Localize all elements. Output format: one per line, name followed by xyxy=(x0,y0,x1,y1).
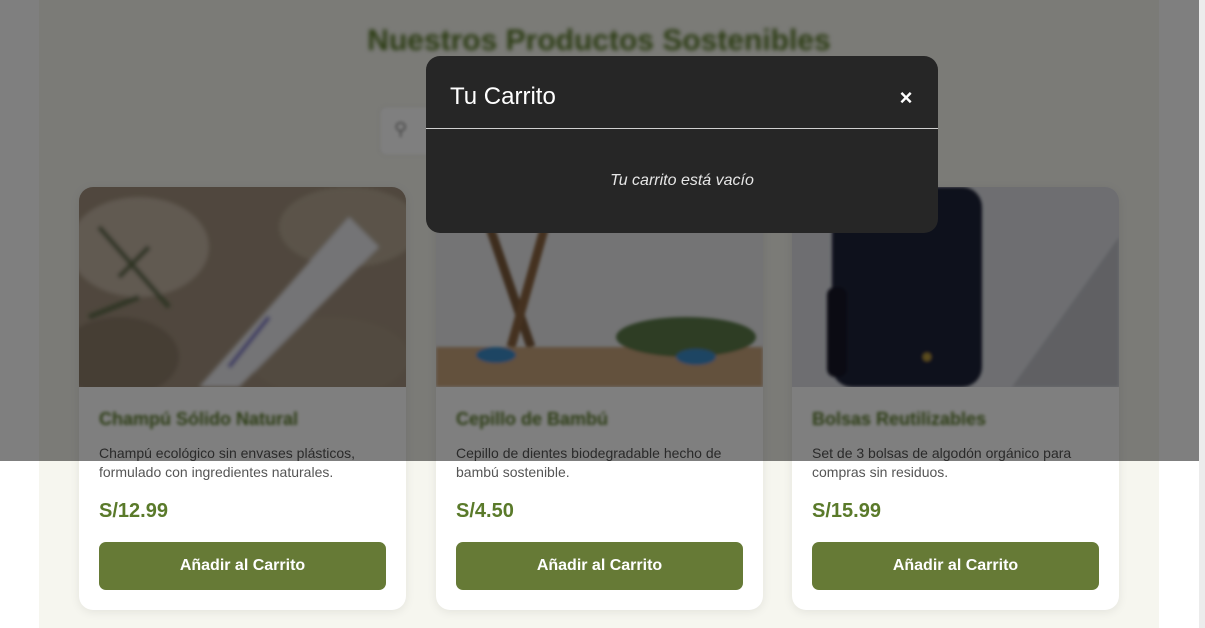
product-price: S/12.99 xyxy=(99,500,168,522)
add-to-cart-button[interactable]: Añadir al Carrito xyxy=(456,542,743,590)
modal-divider xyxy=(426,128,938,129)
cart-empty-message: Tu carrito está vacío xyxy=(610,172,754,189)
product-price: S/4.50 xyxy=(456,500,514,522)
add-to-cart-button[interactable]: Añadir al Carrito xyxy=(99,542,386,590)
cart-modal-title: Tu Carrito xyxy=(450,83,556,110)
cart-modal: Tu Carrito × Tu carrito está vacío xyxy=(426,56,938,233)
close-icon[interactable]: × xyxy=(896,87,916,109)
add-to-cart-button[interactable]: Añadir al Carrito xyxy=(812,542,1099,590)
product-price: S/15.99 xyxy=(812,500,881,522)
scrollbar-track[interactable] xyxy=(1199,0,1205,628)
